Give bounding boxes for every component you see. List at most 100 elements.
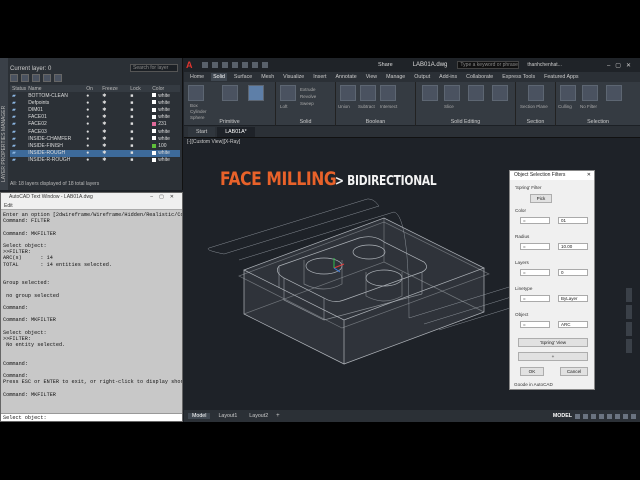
app-window-controls[interactable]: –▢✕ [607,62,636,69]
sun-icon[interactable]: ✱ [100,121,128,128]
revolve-label[interactable]: Revolve [300,94,316,99]
ribbon-tab-output[interactable]: Output [412,73,432,81]
ribbon-tab-add-ins[interactable]: Add-ins [437,73,459,81]
layer-row[interactable]: ▰ FACE03 ● ✱ ■ white [10,128,180,135]
layer-color[interactable]: 100 [150,142,180,149]
col-freeze[interactable]: Freeze [100,85,129,92]
layer-row[interactable]: ▰ FACE02 ● ✱ ■ 231 [10,121,180,128]
spring-view-button[interactable]: 'Spring' View [518,338,588,347]
open-icon[interactable] [212,62,218,68]
sun-icon[interactable]: ✱ [100,135,128,142]
redo-icon[interactable] [262,62,268,68]
doc-tab-lab01a[interactable]: LAB01A* [217,127,255,137]
set-current-icon[interactable] [32,74,40,82]
polar-icon[interactable] [599,413,604,419]
radius-operator-select[interactable]: = [520,243,550,250]
new-icon[interactable] [202,62,208,68]
refresh-icon[interactable] [43,74,51,82]
undo-icon[interactable] [252,62,258,68]
save-icon[interactable] [222,62,228,68]
cylinder-label[interactable]: Cylinder [190,109,207,114]
sun-icon[interactable]: ✱ [100,92,128,99]
object-value-field[interactable]: ARC [558,321,588,328]
autocad-logo[interactable]: A [186,60,198,70]
new-layer-icon[interactable] [10,74,18,82]
layer-row[interactable]: ▰ BOTTOM-CLEAN ● ✱ ■ white [10,92,180,99]
ribbon-tab-featured-apps[interactable]: Featured Apps [542,73,580,81]
layer-color[interactable]: white [150,114,180,121]
layer-color[interactable]: white [150,99,180,106]
unlock-icon[interactable]: ■ [128,135,150,142]
subtract-icon[interactable] [360,85,376,101]
no-filter-icon[interactable] [582,85,598,101]
layer-color[interactable]: 231 [150,121,180,128]
lightbulb-icon[interactable]: ● [84,114,100,121]
command-line-input[interactable]: Select object: [1,413,182,421]
cancel-button[interactable]: Cancel [560,367,588,376]
sun-icon[interactable]: ✱ [100,157,128,164]
layer-color[interactable]: white [150,149,180,157]
unlock-icon[interactable]: ■ [128,106,150,113]
pick-button[interactable]: Pick [530,194,552,203]
unlock-icon[interactable]: ■ [128,128,150,135]
layer-color[interactable]: white [150,135,180,142]
thicken-icon[interactable] [468,85,484,101]
union-label[interactable]: Union [338,104,350,109]
col-on[interactable]: On [84,85,101,92]
layer-status-icon[interactable]: ▰ [10,142,26,149]
intersect-label[interactable]: Intersect [380,104,397,109]
help-search-input[interactable]: Type a keyword or phrase [457,61,520,69]
culling-label[interactable]: Culling [558,104,572,109]
close-icon[interactable]: ✕ [587,171,591,180]
sun-icon[interactable]: ✱ [100,114,128,121]
layer-color[interactable]: white [150,106,180,113]
col-color[interactable]: Color [150,85,180,92]
box-label[interactable]: Box [190,103,198,108]
unlock-icon[interactable]: ■ [128,99,150,106]
delete-layer-icon[interactable] [21,74,29,82]
sweep-label[interactable]: Sweep [300,101,314,106]
object-operator-select[interactable]: = [520,321,550,328]
unlock-icon[interactable]: ■ [128,121,150,128]
ribbon-tab-view[interactable]: View [364,73,379,81]
lightbulb-icon[interactable]: ● [84,135,100,142]
layer-row[interactable]: ▰ DIM01 ● ✱ ■ white [10,106,180,113]
sun-icon[interactable]: ✱ [100,149,129,157]
no-filter-label[interactable]: No Filter [580,104,597,109]
user-account[interactable]: thanhchenhat... [527,62,561,68]
lightbulb-icon[interactable]: ● [84,121,100,128]
solid-history-icon[interactable] [248,85,264,101]
ribbon-tab-mesh[interactable]: Mesh [259,73,276,81]
section-plane-label[interactable]: Section Plane [520,104,548,109]
workspace-icon[interactable] [623,413,628,419]
grid-icon[interactable] [575,413,580,419]
layer-status-icon[interactable]: ▰ [10,149,27,157]
sun-icon[interactable]: ✱ [100,128,128,135]
ribbon-tab-annotate[interactable]: Annotate [334,73,359,81]
layer-search-input[interactable]: Search for layer [130,64,178,72]
layer-status-icon[interactable]: ▰ [10,114,26,121]
linetype-operator-select[interactable]: = [520,295,550,302]
add-layout-button[interactable]: + [276,413,280,419]
unlock-icon[interactable]: ■ [128,142,150,149]
layer-status-icon[interactable]: ▰ [10,92,26,99]
subtract-label[interactable]: Subtract [358,104,375,109]
layer-row[interactable]: ▰ INSIDE-R-ROUGH ● ✱ ■ white [10,157,180,164]
layer-status-icon[interactable]: ▰ [10,157,26,164]
ribbon-tab-collaborate[interactable]: Collaborate [464,73,495,81]
layer-row[interactable]: ▰ FACE01 ● ✱ ■ white [10,114,180,121]
primitive-shape-icon[interactable] [222,85,238,101]
tab-layout1[interactable]: Layout1 [214,413,241,419]
dialog-titlebar[interactable]: Object Selection Filters ✕ [510,171,594,180]
snap-icon[interactable] [583,413,588,419]
ribbon-tab-surface[interactable]: Surface [232,73,254,81]
ortho-icon[interactable] [591,413,596,419]
layer-status-icon[interactable]: ▰ [10,128,26,135]
color-operator-select[interactable]: = [520,217,550,224]
ribbon-tab-express-tools[interactable]: Express Tools [500,73,537,81]
intersect-icon[interactable] [380,85,396,101]
text-window-titlebar[interactable]: AutoCAD Text Window - LAB01A.dwg –▢✕ [1,193,182,202]
section-plane-icon[interactable] [528,85,544,101]
extract-edges-icon[interactable] [492,85,508,101]
sun-icon[interactable]: ✱ [100,106,128,113]
